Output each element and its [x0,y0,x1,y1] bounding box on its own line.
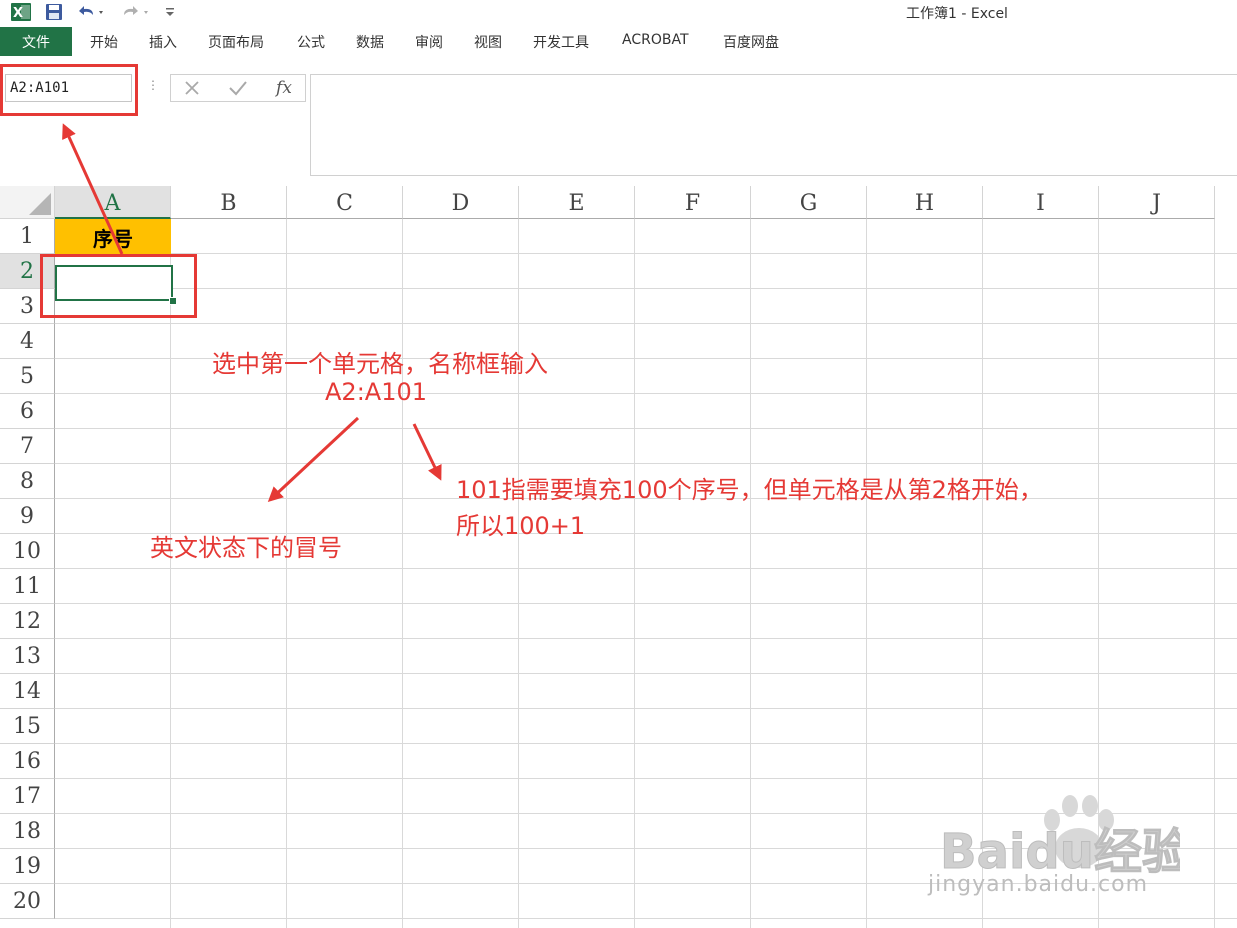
grid-hline [55,568,1237,569]
row-header-15[interactable]: 15 [0,709,55,744]
annotation-explanation-line1: 101指需要填充100个序号，但单元格是从第2格开始， [456,476,1043,504]
annotation-explanation-line2: 所以100+1 [456,512,586,540]
tab-developer[interactable]: 开发工具 [533,32,589,52]
tab-baidu-netdisk[interactable]: 百度网盘 [723,32,779,52]
select-all-button[interactable] [0,186,55,219]
redo-icon[interactable] [118,2,154,22]
tab-home[interactable]: 开始 [90,32,118,52]
name-box-highlight-frame [0,64,138,116]
row-header-5[interactable]: 5 [0,359,55,394]
grid-vline [286,219,287,928]
column-header-c[interactable]: C [287,186,403,219]
column-header-a[interactable]: A [55,186,171,219]
formula-bar-buttons: fx [170,74,306,102]
row-header-4[interactable]: 4 [0,324,55,359]
grid-hline [55,743,1237,744]
column-header-e[interactable]: E [519,186,635,219]
grid-hline [55,708,1237,709]
cell-a1[interactable]: 序号 [55,219,171,254]
tab-page-layout[interactable]: 页面布局 [208,32,264,52]
column-header-i[interactable]: I [983,186,1099,219]
grid-hline [55,393,1237,394]
customize-qat-icon[interactable] [160,2,180,22]
annotation-range-text: A2:A101 [325,378,427,406]
grid-hline [55,323,1237,324]
grid-vline [750,219,751,928]
grid-hline [55,778,1237,779]
tab-view[interactable]: 视图 [474,32,502,52]
grid-hline [55,253,1237,254]
row-header-11[interactable]: 11 [0,569,55,604]
row-header-18[interactable]: 18 [0,814,55,849]
row-header-20[interactable]: 20 [0,884,55,919]
row-header-13[interactable]: 13 [0,639,55,674]
row-header-17[interactable]: 17 [0,779,55,814]
grid-hline [55,428,1237,429]
cell-highlight-frame [40,254,197,318]
title-bar: X 工作簿1 - Excel [0,0,1237,26]
watermark-url: jingyan.baidu.com [928,872,1149,897]
column-header-f[interactable]: F [635,186,751,219]
undo-icon[interactable] [74,2,108,22]
insert-function-button[interactable]: fx [269,77,299,99]
grid-hline [55,603,1237,604]
column-header-h[interactable]: H [867,186,983,219]
column-header-g[interactable]: G [751,186,867,219]
svg-text:X: X [13,6,23,21]
grid-hline [55,918,1237,919]
row-header-16[interactable]: 16 [0,744,55,779]
row-header-12[interactable]: 12 [0,604,55,639]
window-title: 工作簿1 - Excel [906,6,1008,22]
grid-vline [170,219,171,928]
grid-vline [1214,219,1215,928]
row-header-19[interactable]: 19 [0,849,55,884]
cancel-icon[interactable] [177,77,207,99]
row-header-8[interactable]: 8 [0,464,55,499]
row-header-10[interactable]: 10 [0,534,55,569]
grid-vline [402,219,403,928]
tab-data[interactable]: 数据 [356,32,384,52]
column-header-d[interactable]: D [403,186,519,219]
grid-hline [55,463,1237,464]
grid-hline [55,288,1237,289]
formula-bar-splitter-icon[interactable]: ⋮ [147,78,159,92]
row-header-1[interactable]: 1 [0,219,55,254]
row-header-9[interactable]: 9 [0,499,55,534]
grid-vline [866,219,867,928]
tab-acrobat[interactable]: ACROBAT [622,32,689,48]
grid-hline [55,673,1237,674]
grid-vline [634,219,635,928]
formula-input[interactable] [310,74,1237,176]
column-header-j[interactable]: J [1099,186,1215,219]
row-header-6[interactable]: 6 [0,394,55,429]
annotation-select-first-cell: 选中第一个单元格，名称框输入 [212,350,548,378]
ribbon-tab-bar: 文件 开始 插入 页面布局 公式 数据 审阅 视图 开发工具 ACROBAT 百… [0,26,1237,56]
excel-logo-icon: X [8,2,34,22]
check-icon[interactable] [223,77,253,99]
tab-formulas[interactable]: 公式 [297,32,325,52]
tab-review[interactable]: 审阅 [415,32,443,52]
tab-file[interactable]: 文件 [0,27,72,56]
annotation-colon-note: 英文状态下的冒号 [150,534,342,562]
row-header-7[interactable]: 7 [0,429,55,464]
tab-insert[interactable]: 插入 [149,32,177,52]
save-icon[interactable] [42,2,66,22]
column-header-b[interactable]: B [171,186,287,219]
grid-vline [518,219,519,928]
grid-hline [55,638,1237,639]
row-header-14[interactable]: 14 [0,674,55,709]
